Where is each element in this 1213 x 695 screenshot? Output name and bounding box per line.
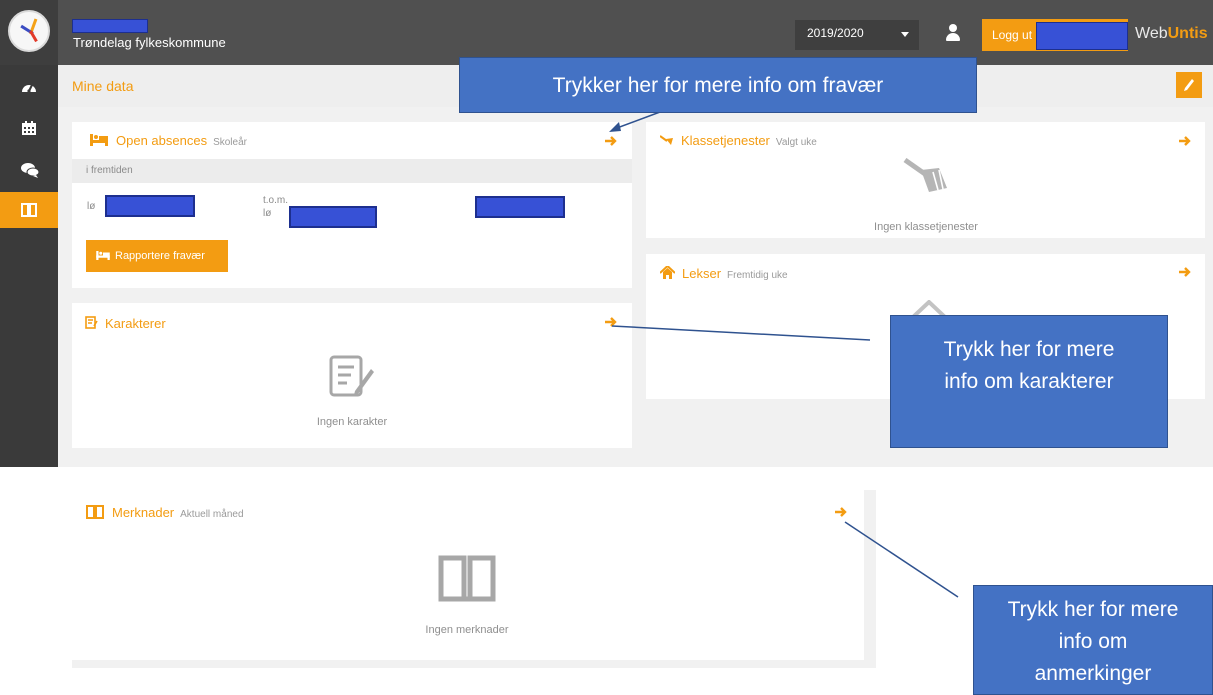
remarks-subtitle: Aktuell måned [180,509,244,520]
absence-to-label: t.o.m. [263,195,289,206]
book-icon [21,203,37,217]
callout-absence-text: Trykker her for mere info om fravær [552,74,884,97]
sidebar-item-my-data[interactable] [0,192,58,228]
callout-absence-info: Trykker her for mere info om fravær [459,57,977,113]
broom-icon [659,135,673,145]
chat-icon [21,163,39,178]
class-duties-empty-text: Ingen klassetjenester [874,221,978,233]
absences-group-row: i fremtiden [72,159,632,183]
absence-from-prefix: lø [87,201,96,212]
homework-title: Lekser [682,266,722,281]
pencil-icon [1184,79,1194,91]
callout-remarks-info: Trykk her for mere info om anmerkinger [973,585,1213,695]
callout-remarks-line-2: info om [1058,630,1128,653]
class-duties-subtitle: Valgt uke [775,137,817,148]
house-icon [659,264,676,279]
callout-grades-line-2: info om karakterer [944,370,1114,393]
homework-card-header: Lekser Fremtidig uke [659,264,788,281]
remarks-empty-text: Ingen merknader [425,624,509,636]
remarks-empty-book-icon [438,555,496,602]
notepad-icon [85,316,98,329]
brand-logo: WebUntis [1135,25,1208,42]
redacted-logout-user [1036,22,1128,50]
user-profile-icon[interactable] [945,24,961,42]
remarks-open-arrow-icon[interactable] [834,506,848,518]
class-duties-empty-broom-icon [903,158,947,192]
dashboard-icon [22,84,36,93]
redacted-absence-from [105,195,195,217]
class-duties-open-arrow-icon[interactable] [1178,135,1192,147]
absences-open-arrow-icon[interactable] [604,135,618,147]
school-year-value: 2019/2020 [807,26,864,40]
homework-open-arrow-icon[interactable] [1178,266,1192,278]
clock-logo-icon [8,10,50,52]
sidebar-item-messages[interactable] [0,152,58,188]
redacted-absence-reason [475,196,565,218]
sidebar-item-dashboard[interactable] [0,70,58,106]
screenshot-stage: Trøndelag fylkeskommune 2019/2020 Logg u… [0,0,1213,695]
calendar-icon [22,121,36,135]
grades-card-header: Karakterer [85,316,166,331]
class-duties-title: Klassetjenester [681,133,770,148]
absences-subtitle: Skoleår [213,137,247,148]
remarks-title: Merknader [112,505,175,520]
remarks-card-header: Merknader Aktuell måned [86,505,244,520]
chevron-down-icon [901,32,909,37]
callout-grades-line-1: Trykk her for mere [943,338,1115,361]
redacted-absence-to [289,206,377,228]
school-name: Trøndelag fylkeskommune [73,35,226,50]
grades-empty-text: Ingen karakter [316,416,388,428]
callout-remarks-line-1: Trykk her for mere [1007,598,1179,621]
class-duties-card-header: Klassetjenester Valgt uke [659,133,817,148]
school-year-select[interactable]: 2019/2020 [795,20,919,50]
logout-label: Logg ut [992,28,1033,42]
open-book-icon [86,505,104,519]
edit-button[interactable] [1176,72,1202,98]
callout-remarks-line-3: anmerkinger [1034,662,1152,685]
bed-icon [96,251,110,260]
report-absence-label: Rapportere fravær [115,250,205,262]
bed-icon [90,134,108,146]
absence-to-prefix: lø [263,208,272,219]
webuntis-logo[interactable] [0,0,58,65]
grades-title: Karakterer [105,316,166,331]
absences-title: Open absences [116,133,208,148]
absences-card-header: Open absences Skoleår [90,133,247,148]
report-absence-button[interactable]: Rapportere fravær [86,240,228,272]
page-title: Mine data [72,78,134,94]
sidebar-item-timetable[interactable] [0,110,58,146]
homework-subtitle: Fremtidig uke [727,270,788,281]
callout-grades-info: Trykk her for mere info om karakterer [890,315,1168,448]
redacted-user-name [72,19,148,33]
grades-empty-notepad-icon [329,355,374,397]
grades-open-arrow-icon[interactable] [604,316,618,328]
